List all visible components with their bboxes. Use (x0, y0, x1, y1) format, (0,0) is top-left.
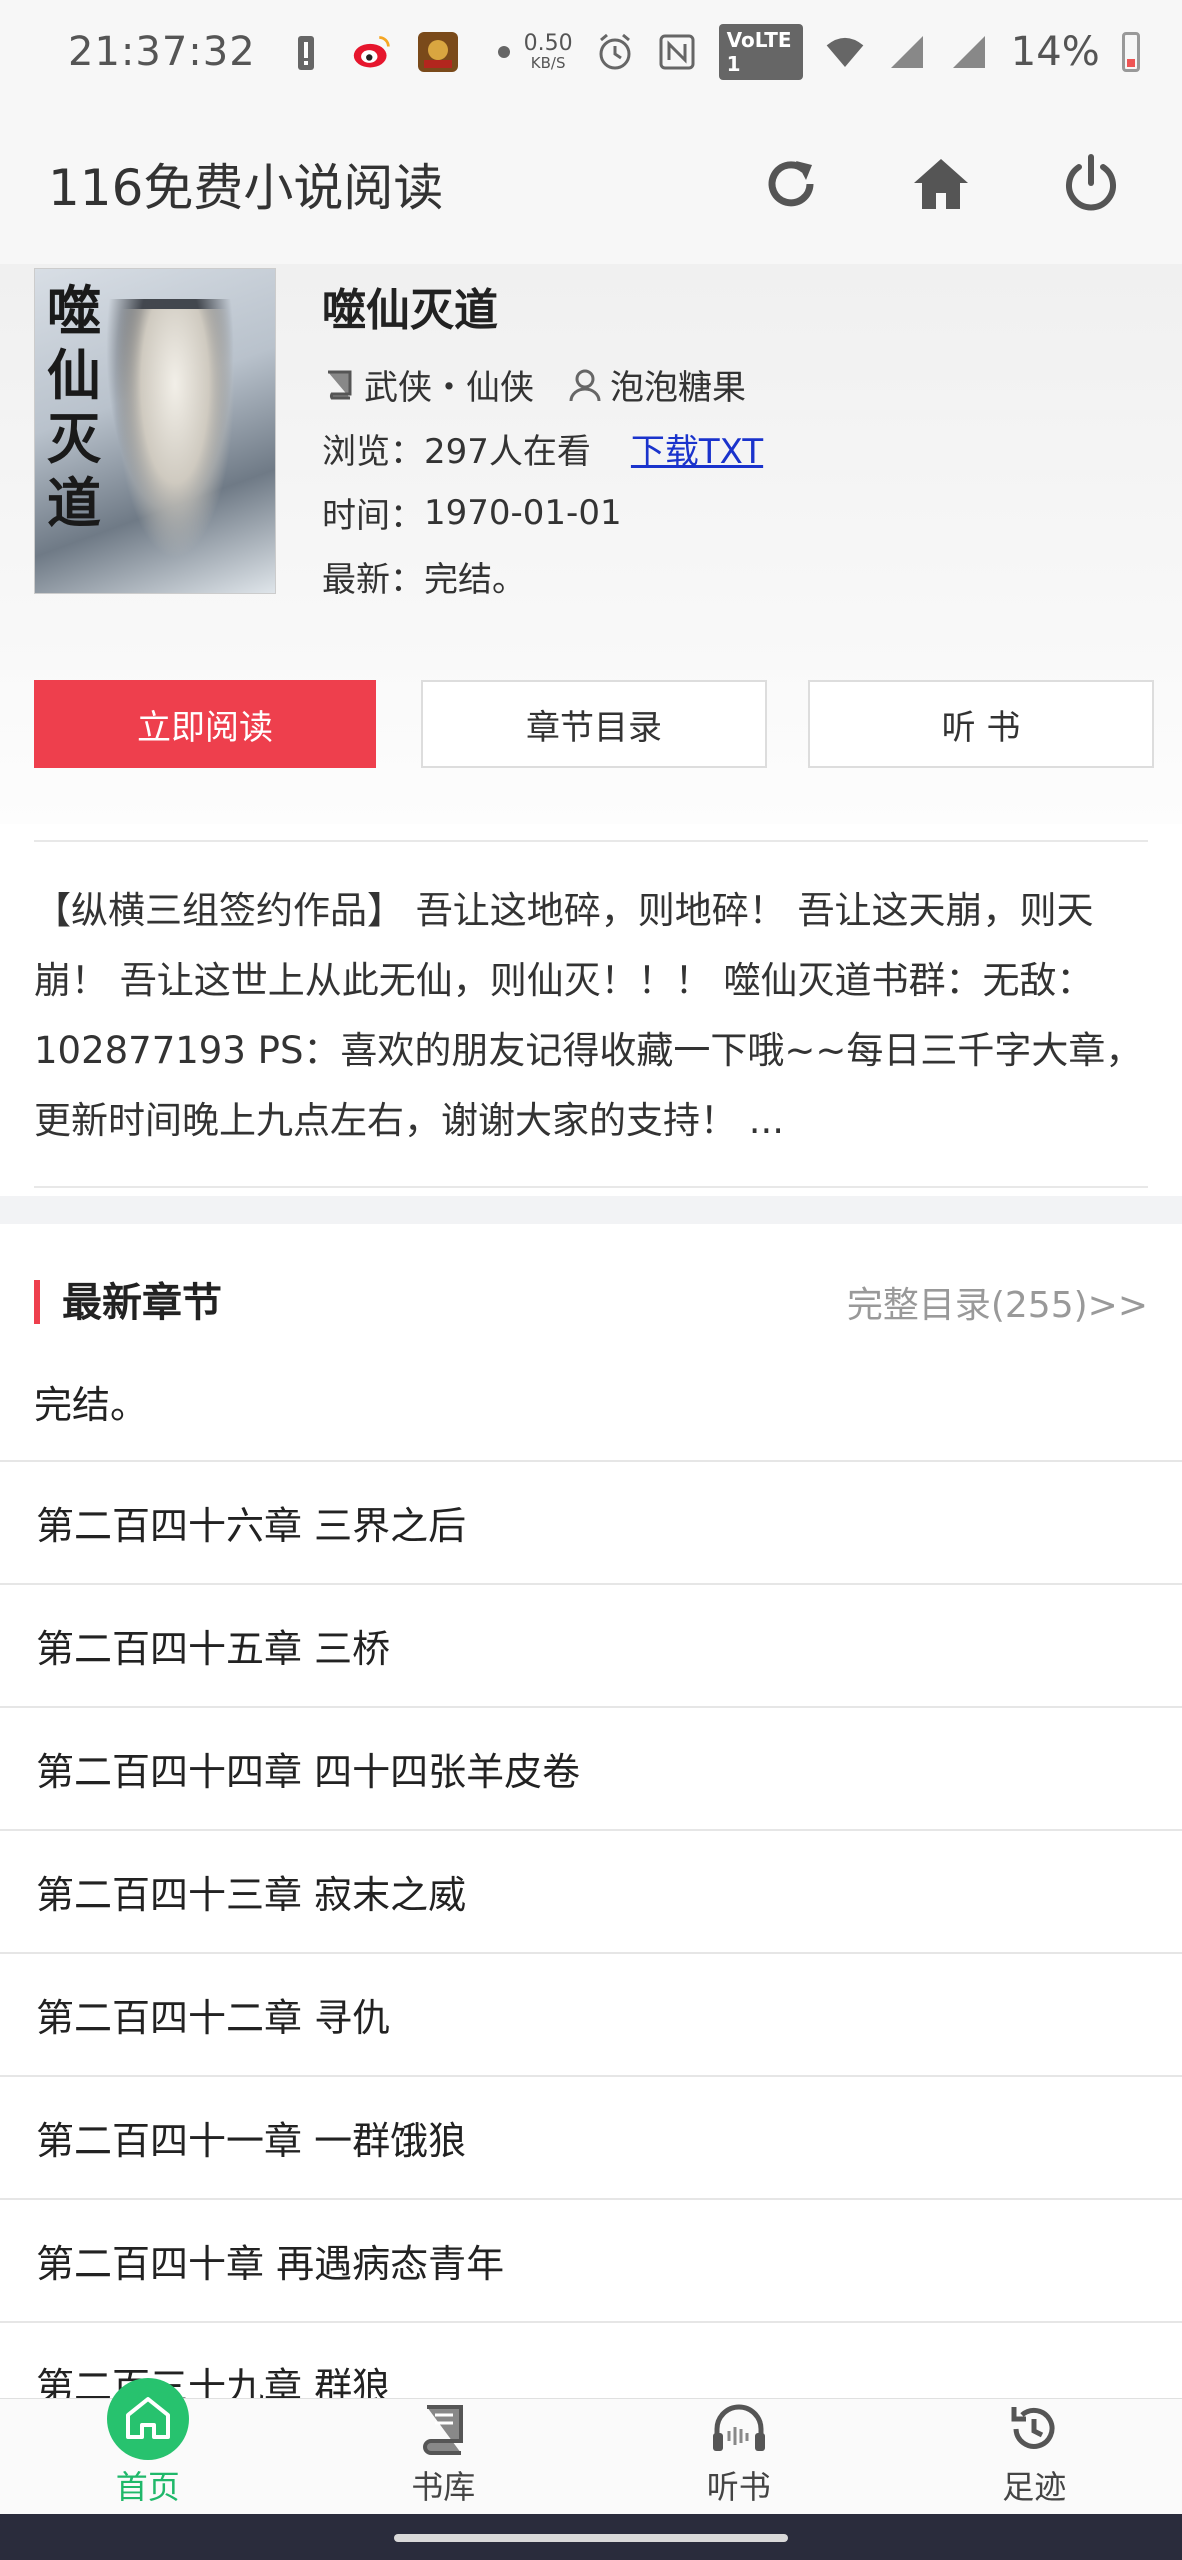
time-label: 时间： (322, 496, 424, 536)
chapter-list-button[interactable]: 章节目录 (421, 680, 767, 768)
chapter-item[interactable]: 第二百四十六章 三界之后 (0, 1460, 1182, 1583)
header-actions (758, 151, 1124, 217)
app-title: 116免费小说阅读 (48, 159, 444, 217)
chapter-item[interactable]: 第二百四十四章 四十四张羊皮卷 (0, 1706, 1182, 1829)
nav-home[interactable]: 首页 (0, 2378, 296, 2514)
volte-badge: VoLTE 1 (718, 24, 803, 80)
signal-icon-2 (949, 32, 989, 72)
latest-entry[interactable]: 完结。 (34, 1374, 148, 1429)
nfc-icon (657, 32, 697, 72)
book-author[interactable]: 泡泡糖果 (610, 360, 746, 409)
weibo-icon (352, 32, 392, 72)
latest-label: 最新： (322, 560, 424, 600)
system-indicators: 0.50 KB/S VoLTE 1 14% (524, 24, 1141, 80)
status-bar: 21:37:32 0.50 KB/S VoLTE 1 14% (0, 0, 1182, 104)
net-speed-unit: KB/S (530, 54, 566, 72)
home-icon (106, 2378, 189, 2460)
divider (34, 1186, 1148, 1188)
nav-library-label: 书库 (411, 2468, 476, 2506)
book-meta-latest: 最新： 完结。 (322, 552, 526, 601)
book-category[interactable]: 武侠・仙侠 (364, 360, 534, 409)
alarm-icon (595, 32, 635, 72)
system-gesture-bar (0, 2514, 1182, 2560)
section-gap (0, 1196, 1182, 1224)
chapter-item[interactable]: 第二百四十三章 寂末之威 (0, 1829, 1182, 1952)
alert-icon (286, 32, 326, 72)
latest-value[interactable]: 完结。 (424, 552, 526, 601)
nav-history-label: 足迹 (1002, 2468, 1067, 2506)
nav-audiobook[interactable]: 听书 (591, 2399, 887, 2514)
listen-button[interactable]: 听 书 (808, 680, 1154, 768)
app-header: 116免费小说阅读 (0, 104, 1182, 264)
nav-library[interactable]: 书库 (296, 2399, 592, 2514)
book-title: 噬仙灭道 (322, 285, 498, 336)
chapter-list: 第二百四十六章 三界之后 第二百四十五章 三桥 第二百四十四章 四十四张羊皮卷 … (0, 1460, 1182, 2444)
status-time: 21:37:32 (68, 29, 256, 75)
net-speed: 0.50 KB/S (523, 31, 573, 72)
signal-icon-1 (887, 32, 927, 72)
author-icon (568, 368, 602, 402)
headphones-icon (709, 2399, 769, 2458)
bottom-nav: 首页 书库 听书 足迹 (0, 2378, 1182, 2514)
game-app-icon (417, 32, 458, 72)
book-meta-views: 浏览： 297人在看 下载TXT (322, 424, 763, 473)
cover-title-text: 噬仙灭道 (47, 279, 101, 535)
gesture-handle[interactable] (394, 2534, 788, 2542)
book-meta-category-author: 武侠・仙侠 泡泡糖果 (322, 360, 746, 409)
nav-history[interactable]: 足迹 (887, 2399, 1182, 2514)
home-icon[interactable] (908, 151, 974, 217)
book-cover[interactable]: 噬仙灭道 (34, 268, 276, 594)
book-category-icon (322, 368, 356, 402)
section-accent-bar (34, 1280, 40, 1324)
power-icon[interactable] (1058, 151, 1124, 217)
chapter-item[interactable]: 第二百四十一章 一群饿狼 (0, 2075, 1182, 2198)
chapter-item[interactable]: 第二百四十章 再遇病态青年 (0, 2198, 1182, 2321)
latest-chapters-title: 最新章节 (62, 1280, 222, 1326)
battery-percent: 14% (1010, 29, 1100, 75)
divider (34, 840, 1148, 842)
full-catalog-link[interactable]: 完整目录(255)>> (847, 1276, 1148, 1328)
nav-audiobook-label: 听书 (706, 2468, 771, 2506)
book-intro: 【纵横三组签约作品】 吾让这地碎，则地碎！ 吾让这天崩，则天崩！ 吾让这世上从此… (34, 889, 1143, 1142)
read-now-button[interactable]: 立即阅读 (34, 680, 376, 768)
views-value: 297人在看 (424, 432, 591, 472)
views-label: 浏览： (322, 432, 424, 472)
battery-icon (1121, 32, 1141, 72)
more-notifications-icon (484, 32, 524, 72)
notification-icons (286, 32, 524, 72)
download-txt-link[interactable]: 下载TXT (631, 424, 763, 473)
history-icon (1004, 2399, 1064, 2458)
time-value: 1970-01-01 (424, 492, 622, 533)
chapter-item[interactable]: 第二百四十二章 寻仇 (0, 1952, 1182, 2075)
book-meta-time: 时间： 1970-01-01 (322, 488, 622, 537)
net-speed-value: 0.50 (523, 31, 573, 56)
refresh-icon[interactable] (758, 151, 824, 217)
chapter-item[interactable]: 第二百四十五章 三桥 (0, 1583, 1182, 1706)
book-icon (413, 2399, 473, 2458)
wifi-icon (825, 32, 865, 72)
nav-home-label: 首页 (115, 2468, 180, 2506)
